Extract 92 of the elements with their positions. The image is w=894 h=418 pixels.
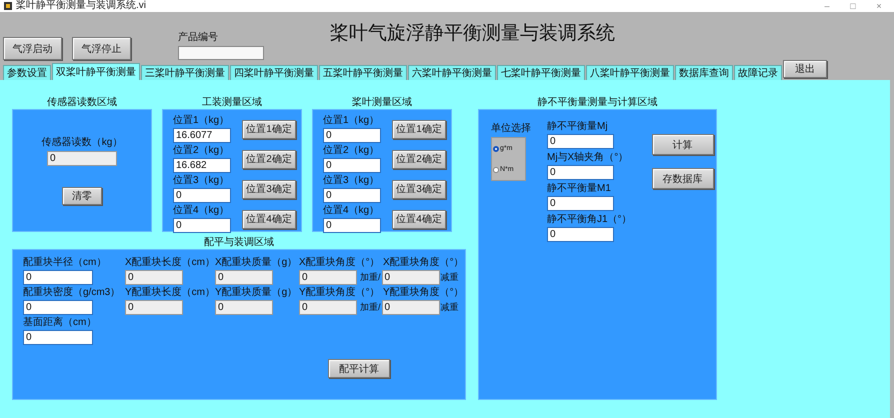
app-title: 桨叶气旋浮静平衡测量与装调系统: [330, 22, 615, 46]
weight-field[interactable]: 0: [323, 128, 381, 143]
minimize-button[interactable]: –: [816, 1, 838, 11]
field-label: 位置3（kg）: [173, 175, 230, 187]
tab[interactable]: 参数设置: [3, 65, 51, 80]
tab[interactable]: 七桨叶静平衡测量: [497, 65, 585, 80]
field-label: 位置1（kg）: [323, 115, 380, 127]
action-button[interactable]: 计算: [652, 134, 714, 155]
reduce-weight-label: 减重: [440, 271, 460, 284]
field-label: 位置4（kg）: [173, 205, 230, 217]
weight-field[interactable]: 0: [23, 270, 93, 285]
weight-field: 0: [382, 270, 440, 285]
field-label: Mj与X轴夹角（°）: [547, 152, 630, 164]
confirm-button[interactable]: 位置2确定: [242, 150, 296, 168]
field-label: X配重块角度（°）: [299, 257, 381, 269]
result-field: 0: [547, 196, 614, 211]
radio-button[interactable]: [493, 146, 499, 152]
result-field: 0: [547, 227, 614, 242]
field-label: Y配重块质量（g）: [215, 287, 298, 299]
weight-field[interactable]: 0: [173, 218, 231, 233]
tab[interactable]: 双桨叶静平衡测量: [52, 63, 140, 80]
radio-button[interactable]: [493, 166, 499, 172]
app-icon: [4, 2, 12, 10]
air-float-button[interactable]: 气浮启动: [3, 37, 62, 60]
balance-calc-button[interactable]: 配平计算: [328, 359, 390, 378]
tab[interactable]: 数据库查询: [675, 65, 733, 80]
result-field: 0: [547, 134, 614, 149]
result-field: 0: [547, 165, 614, 180]
weight-field: 0: [299, 270, 357, 285]
sensor-reading-field: 0: [47, 151, 117, 166]
confirm-button[interactable]: 位置1确定: [392, 120, 446, 138]
field-label: Y配重块角度（°）: [383, 287, 465, 299]
product-label: 产品编号: [178, 32, 219, 44]
weight-field[interactable]: 0: [323, 158, 381, 173]
add-weight-label: 加重/: [359, 301, 382, 314]
panel-caption: 传感器读数区域: [47, 96, 117, 109]
field-label: 基面距离（cm）: [23, 317, 98, 329]
confirm-button[interactable]: 位置4确定: [392, 210, 446, 228]
close-button[interactable]: ×: [868, 1, 890, 11]
field-label: 静不平衡量Mj: [547, 121, 609, 133]
field-label: 位置4（kg）: [323, 205, 380, 217]
weight-field[interactable]: 16.682: [173, 158, 231, 173]
panel-caption: 配平与装调区域: [204, 236, 274, 249]
weight-field: 0: [382, 300, 440, 315]
action-button[interactable]: 存数据库: [652, 168, 714, 189]
field-label: X配重块质量（g）: [215, 257, 298, 269]
weight-field[interactable]: 0: [323, 218, 381, 233]
maximize-button[interactable]: □: [842, 1, 864, 11]
zero-button[interactable]: 清零: [62, 187, 102, 205]
weight-field[interactable]: 0: [23, 300, 93, 315]
field-label: X配重块角度（°）: [383, 257, 465, 269]
weight-field: 0: [215, 270, 273, 285]
field-label: 静不平衡角J1（°）: [547, 214, 632, 226]
weight-field: 0: [125, 300, 183, 315]
field-label: 静不平衡量M1: [547, 183, 612, 195]
field-label: 位置2（kg）: [323, 145, 380, 157]
field-label: 位置1（kg）: [173, 115, 230, 127]
reduce-weight-label: 减重: [440, 301, 460, 314]
add-weight-label: 加重/: [359, 271, 382, 284]
confirm-button[interactable]: 位置3确定: [242, 180, 296, 198]
field-label: 位置3（kg）: [323, 175, 380, 187]
field-label: Y配重块角度（°）: [299, 287, 381, 299]
tab[interactable]: 故障记录: [734, 65, 782, 80]
weight-field[interactable]: 16.6077: [173, 128, 231, 143]
weight-field: 0: [125, 270, 183, 285]
tab[interactable]: 六桨叶静平衡测量: [408, 65, 496, 80]
field-label: Y配重块长度（cm）: [125, 287, 215, 299]
air-float-button[interactable]: 气浮停止: [72, 37, 131, 60]
tab[interactable]: 三桨叶静平衡测量: [141, 65, 229, 80]
tab[interactable]: 四桨叶静平衡测量: [230, 65, 318, 80]
weight-field[interactable]: 0: [173, 188, 231, 203]
field-label: 位置2（kg）: [173, 145, 230, 157]
exit-button[interactable]: 退出: [783, 60, 827, 78]
confirm-button[interactable]: 位置3确定: [392, 180, 446, 198]
field-label: 传感器读数（kg）: [42, 137, 122, 149]
tab[interactable]: 五桨叶静平衡测量: [319, 65, 407, 80]
field-label: X配重块长度（cm）: [125, 257, 215, 269]
unit-select-label: 单位选择: [491, 122, 532, 135]
field-label: 配重块密度（g/cm3）: [23, 287, 122, 299]
weight-field: 0: [299, 300, 357, 315]
weight-field[interactable]: 0: [323, 188, 381, 203]
confirm-button[interactable]: 位置4确定: [242, 210, 296, 228]
weight-field[interactable]: 0: [23, 330, 93, 345]
weight-field: 0: [215, 300, 273, 315]
panel-caption: 工装测量区域: [202, 96, 262, 109]
product-number-field[interactable]: [178, 46, 264, 60]
confirm-button[interactable]: 位置2确定: [392, 150, 446, 168]
confirm-button[interactable]: 位置1确定: [242, 120, 296, 138]
panel-caption: 桨叶测量区域: [352, 96, 412, 109]
tab[interactable]: 八桨叶静平衡测量: [586, 65, 674, 80]
field-label: 配重块半径（cm）: [23, 257, 108, 269]
panel-caption: 静不平衡量测量与计算区域: [538, 96, 658, 109]
